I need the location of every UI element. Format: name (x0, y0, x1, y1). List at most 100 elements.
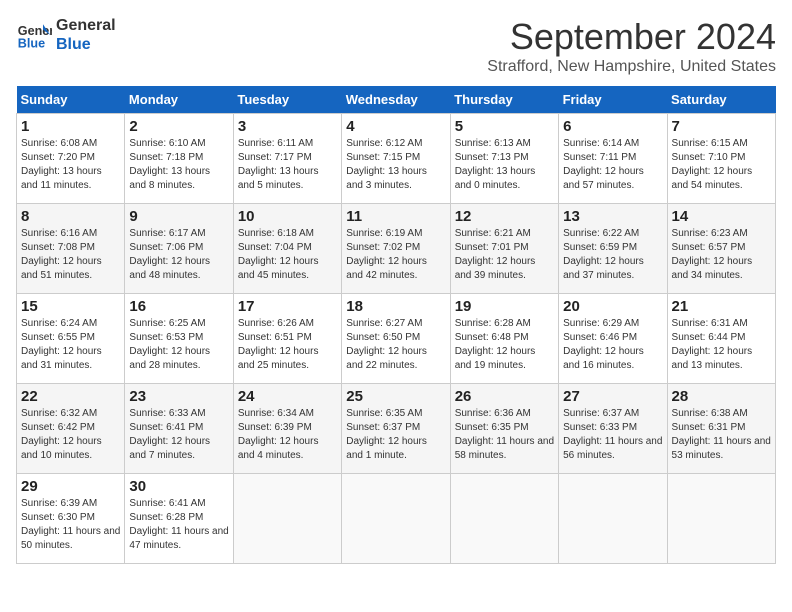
calendar-cell: 24 Sunrise: 6:34 AMSunset: 6:39 PMDaylig… (233, 384, 341, 474)
day-info: Sunrise: 6:31 AMSunset: 6:44 PMDaylight:… (672, 318, 753, 371)
location-title: Strafford, New Hampshire, United States (487, 58, 776, 76)
day-info: Sunrise: 6:41 AMSunset: 6:28 PMDaylight:… (129, 498, 228, 551)
day-number: 25 (346, 388, 445, 405)
day-number: 8 (21, 208, 120, 225)
day-info: Sunrise: 6:15 AMSunset: 7:10 PMDaylight:… (672, 138, 753, 191)
calendar-cell: 16 Sunrise: 6:25 AMSunset: 6:53 PMDaylig… (125, 294, 233, 384)
day-number: 1 (21, 118, 120, 135)
day-info: Sunrise: 6:33 AMSunset: 6:41 PMDaylight:… (129, 408, 210, 461)
calendar-cell: 19 Sunrise: 6:28 AMSunset: 6:48 PMDaylig… (450, 294, 558, 384)
day-number: 22 (21, 388, 120, 405)
day-info: Sunrise: 6:08 AMSunset: 7:20 PMDaylight:… (21, 138, 102, 191)
calendar-table: SundayMondayTuesdayWednesdayThursdayFrid… (16, 86, 776, 564)
calendar-cell: 25 Sunrise: 6:35 AMSunset: 6:37 PMDaylig… (342, 384, 450, 474)
day-header-saturday: Saturday (667, 86, 775, 114)
day-info: Sunrise: 6:11 AMSunset: 7:17 PMDaylight:… (238, 138, 319, 191)
day-number: 7 (672, 118, 771, 135)
title-area: September 2024 Strafford, New Hampshire,… (487, 16, 776, 76)
day-info: Sunrise: 6:39 AMSunset: 6:30 PMDaylight:… (21, 498, 120, 551)
day-number: 12 (455, 208, 554, 225)
calendar-cell (559, 474, 667, 564)
day-info: Sunrise: 6:23 AMSunset: 6:57 PMDaylight:… (672, 228, 753, 281)
day-info: Sunrise: 6:22 AMSunset: 6:59 PMDaylight:… (563, 228, 644, 281)
day-number: 24 (238, 388, 337, 405)
day-info: Sunrise: 6:35 AMSunset: 6:37 PMDaylight:… (346, 408, 427, 461)
logo-blue-text: Blue (56, 35, 116, 54)
day-header-tuesday: Tuesday (233, 86, 341, 114)
calendar-cell: 6 Sunrise: 6:14 AMSunset: 7:11 PMDayligh… (559, 114, 667, 204)
calendar-cell: 1 Sunrise: 6:08 AMSunset: 7:20 PMDayligh… (17, 114, 125, 204)
day-info: Sunrise: 6:17 AMSunset: 7:06 PMDaylight:… (129, 228, 210, 281)
day-number: 23 (129, 388, 228, 405)
calendar-cell: 28 Sunrise: 6:38 AMSunset: 6:31 PMDaylig… (667, 384, 775, 474)
day-number: 3 (238, 118, 337, 135)
calendar-cell: 9 Sunrise: 6:17 AMSunset: 7:06 PMDayligh… (125, 204, 233, 294)
calendar-cell: 17 Sunrise: 6:26 AMSunset: 6:51 PMDaylig… (233, 294, 341, 384)
day-number: 18 (346, 298, 445, 315)
day-number: 17 (238, 298, 337, 315)
day-number: 16 (129, 298, 228, 315)
calendar-cell (233, 474, 341, 564)
day-info: Sunrise: 6:19 AMSunset: 7:02 PMDaylight:… (346, 228, 427, 281)
day-info: Sunrise: 6:18 AMSunset: 7:04 PMDaylight:… (238, 228, 319, 281)
day-number: 21 (672, 298, 771, 315)
calendar-cell (667, 474, 775, 564)
day-info: Sunrise: 6:24 AMSunset: 6:55 PMDaylight:… (21, 318, 102, 371)
day-number: 15 (21, 298, 120, 315)
logo-general-text: General (56, 16, 116, 35)
calendar-cell: 29 Sunrise: 6:39 AMSunset: 6:30 PMDaylig… (17, 474, 125, 564)
calendar-cell: 20 Sunrise: 6:29 AMSunset: 6:46 PMDaylig… (559, 294, 667, 384)
calendar-cell (450, 474, 558, 564)
logo: General Blue General Blue (16, 16, 116, 54)
day-number: 6 (563, 118, 662, 135)
month-title: September 2024 (487, 16, 776, 58)
day-info: Sunrise: 6:10 AMSunset: 7:18 PMDaylight:… (129, 138, 210, 191)
day-info: Sunrise: 6:12 AMSunset: 7:15 PMDaylight:… (346, 138, 427, 191)
calendar-cell (342, 474, 450, 564)
svg-text:Blue: Blue (18, 37, 45, 51)
header: General Blue General Blue September 2024… (16, 16, 776, 76)
calendar-cell: 22 Sunrise: 6:32 AMSunset: 6:42 PMDaylig… (17, 384, 125, 474)
calendar-cell: 13 Sunrise: 6:22 AMSunset: 6:59 PMDaylig… (559, 204, 667, 294)
day-info: Sunrise: 6:14 AMSunset: 7:11 PMDaylight:… (563, 138, 644, 191)
day-number: 2 (129, 118, 228, 135)
day-info: Sunrise: 6:38 AMSunset: 6:31 PMDaylight:… (672, 408, 771, 461)
day-number: 29 (21, 478, 120, 495)
day-info: Sunrise: 6:32 AMSunset: 6:42 PMDaylight:… (21, 408, 102, 461)
calendar-cell: 14 Sunrise: 6:23 AMSunset: 6:57 PMDaylig… (667, 204, 775, 294)
day-number: 30 (129, 478, 228, 495)
day-number: 9 (129, 208, 228, 225)
day-number: 14 (672, 208, 771, 225)
calendar-cell: 2 Sunrise: 6:10 AMSunset: 7:18 PMDayligh… (125, 114, 233, 204)
calendar-cell: 5 Sunrise: 6:13 AMSunset: 7:13 PMDayligh… (450, 114, 558, 204)
calendar-cell: 23 Sunrise: 6:33 AMSunset: 6:41 PMDaylig… (125, 384, 233, 474)
day-info: Sunrise: 6:34 AMSunset: 6:39 PMDaylight:… (238, 408, 319, 461)
day-number: 5 (455, 118, 554, 135)
calendar-cell: 15 Sunrise: 6:24 AMSunset: 6:55 PMDaylig… (17, 294, 125, 384)
day-number: 19 (455, 298, 554, 315)
day-info: Sunrise: 6:25 AMSunset: 6:53 PMDaylight:… (129, 318, 210, 371)
calendar-cell: 3 Sunrise: 6:11 AMSunset: 7:17 PMDayligh… (233, 114, 341, 204)
day-number: 28 (672, 388, 771, 405)
day-number: 4 (346, 118, 445, 135)
day-info: Sunrise: 6:29 AMSunset: 6:46 PMDaylight:… (563, 318, 644, 371)
day-header-monday: Monday (125, 86, 233, 114)
day-info: Sunrise: 6:16 AMSunset: 7:08 PMDaylight:… (21, 228, 102, 281)
calendar-cell: 12 Sunrise: 6:21 AMSunset: 7:01 PMDaylig… (450, 204, 558, 294)
day-info: Sunrise: 6:37 AMSunset: 6:33 PMDaylight:… (563, 408, 662, 461)
day-number: 20 (563, 298, 662, 315)
day-info: Sunrise: 6:27 AMSunset: 6:50 PMDaylight:… (346, 318, 427, 371)
logo-icon: General Blue (16, 17, 52, 53)
day-header-wednesday: Wednesday (342, 86, 450, 114)
calendar-cell: 18 Sunrise: 6:27 AMSunset: 6:50 PMDaylig… (342, 294, 450, 384)
calendar-cell: 7 Sunrise: 6:15 AMSunset: 7:10 PMDayligh… (667, 114, 775, 204)
day-header-friday: Friday (559, 86, 667, 114)
calendar-cell: 11 Sunrise: 6:19 AMSunset: 7:02 PMDaylig… (342, 204, 450, 294)
calendar-cell: 21 Sunrise: 6:31 AMSunset: 6:44 PMDaylig… (667, 294, 775, 384)
calendar-cell: 26 Sunrise: 6:36 AMSunset: 6:35 PMDaylig… (450, 384, 558, 474)
day-header-sunday: Sunday (17, 86, 125, 114)
calendar-cell: 4 Sunrise: 6:12 AMSunset: 7:15 PMDayligh… (342, 114, 450, 204)
day-number: 13 (563, 208, 662, 225)
day-number: 11 (346, 208, 445, 225)
day-info: Sunrise: 6:21 AMSunset: 7:01 PMDaylight:… (455, 228, 536, 281)
